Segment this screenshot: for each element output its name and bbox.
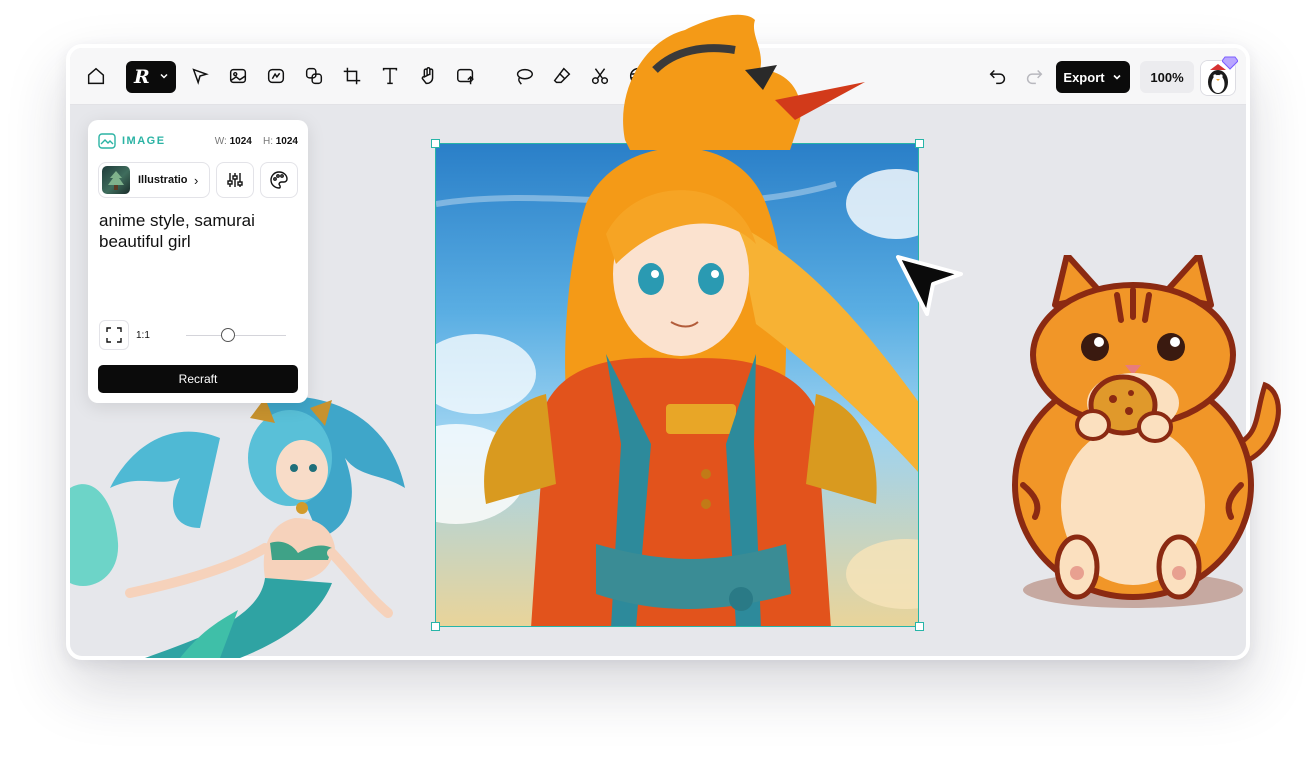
prompt-text[interactable]: anime style, samurai beautiful girl xyxy=(99,210,299,252)
palette-icon xyxy=(270,171,288,189)
style-row: Illustratio › xyxy=(98,162,298,198)
hair-overflow-illustration xyxy=(623,14,865,150)
home-icon[interactable] xyxy=(82,62,110,90)
aspect-ratio-slider-thumb[interactable] xyxy=(221,328,235,342)
pointer-icon[interactable] xyxy=(186,62,214,90)
resize-handle-top-left[interactable] xyxy=(431,139,440,148)
panel-header: IMAGE W: 1024 H: 1024 xyxy=(98,132,298,150)
width-value: 1024 xyxy=(229,135,252,147)
samurai-girl-illustration xyxy=(436,147,918,626)
color-palette-button[interactable] xyxy=(260,162,298,198)
resize-handle-bottom-right[interactable] xyxy=(915,622,924,631)
height-value: 1024 xyxy=(275,135,298,147)
lasso-icon[interactable] xyxy=(510,62,538,90)
aspect-ratio-icon xyxy=(106,327,122,343)
resize-handle-bottom-left[interactable] xyxy=(431,622,440,631)
text-tool-icon[interactable] xyxy=(376,62,404,90)
mermaid-illustration[interactable] xyxy=(70,378,410,658)
brand-menu-button[interactable]: R xyxy=(126,61,176,93)
aspect-ratio-button[interactable] xyxy=(99,320,129,350)
cat-eating-cookie-sticker[interactable] xyxy=(1005,255,1285,615)
undo-icon[interactable] xyxy=(984,62,1012,90)
resize-handle-top-right[interactable] xyxy=(915,139,924,148)
style-name: Illustratio xyxy=(138,174,188,186)
zoom-level-button[interactable]: 100% xyxy=(1140,61,1194,93)
aspect-ratio-slider-track[interactable] xyxy=(186,335,286,336)
sliders-icon xyxy=(227,173,243,187)
hand-icon[interactable] xyxy=(414,62,442,90)
selected-canvas-image[interactable] xyxy=(435,143,919,627)
image-generate-icon[interactable] xyxy=(224,62,252,90)
brand-logo: R xyxy=(134,66,150,88)
export-label: Export xyxy=(1063,69,1105,85)
premium-gem-icon xyxy=(1222,56,1238,70)
redo-icon[interactable] xyxy=(1020,62,1048,90)
export-button[interactable]: Export xyxy=(1056,61,1130,93)
cursor-arrow-icon xyxy=(896,255,963,316)
image-icon xyxy=(98,133,116,149)
dimensions-readout: W: 1024 H: 1024 xyxy=(215,136,298,147)
crop-frame-icon[interactable] xyxy=(338,62,366,90)
chevron-down-icon xyxy=(160,73,168,79)
recraft-button[interactable]: Recraft xyxy=(98,365,298,393)
chevron-right-icon: › xyxy=(194,172,199,188)
adjustments-button[interactable] xyxy=(216,162,254,198)
aspect-ratio-label: 1:1 xyxy=(136,330,150,341)
upload-image-icon[interactable] xyxy=(452,62,480,90)
image-settings-panel: IMAGE W: 1024 H: 1024 Illustratio › anim… xyxy=(88,120,308,403)
layers-icon[interactable] xyxy=(300,62,328,90)
style-selector[interactable]: Illustratio › xyxy=(98,162,210,198)
width-label: W: xyxy=(214,135,227,147)
section-label: IMAGE xyxy=(122,135,166,147)
chevron-down-icon xyxy=(1113,74,1121,80)
height-label: H: xyxy=(262,135,273,147)
style-thumbnail xyxy=(102,166,130,194)
vector-generate-icon[interactable] xyxy=(262,62,290,90)
